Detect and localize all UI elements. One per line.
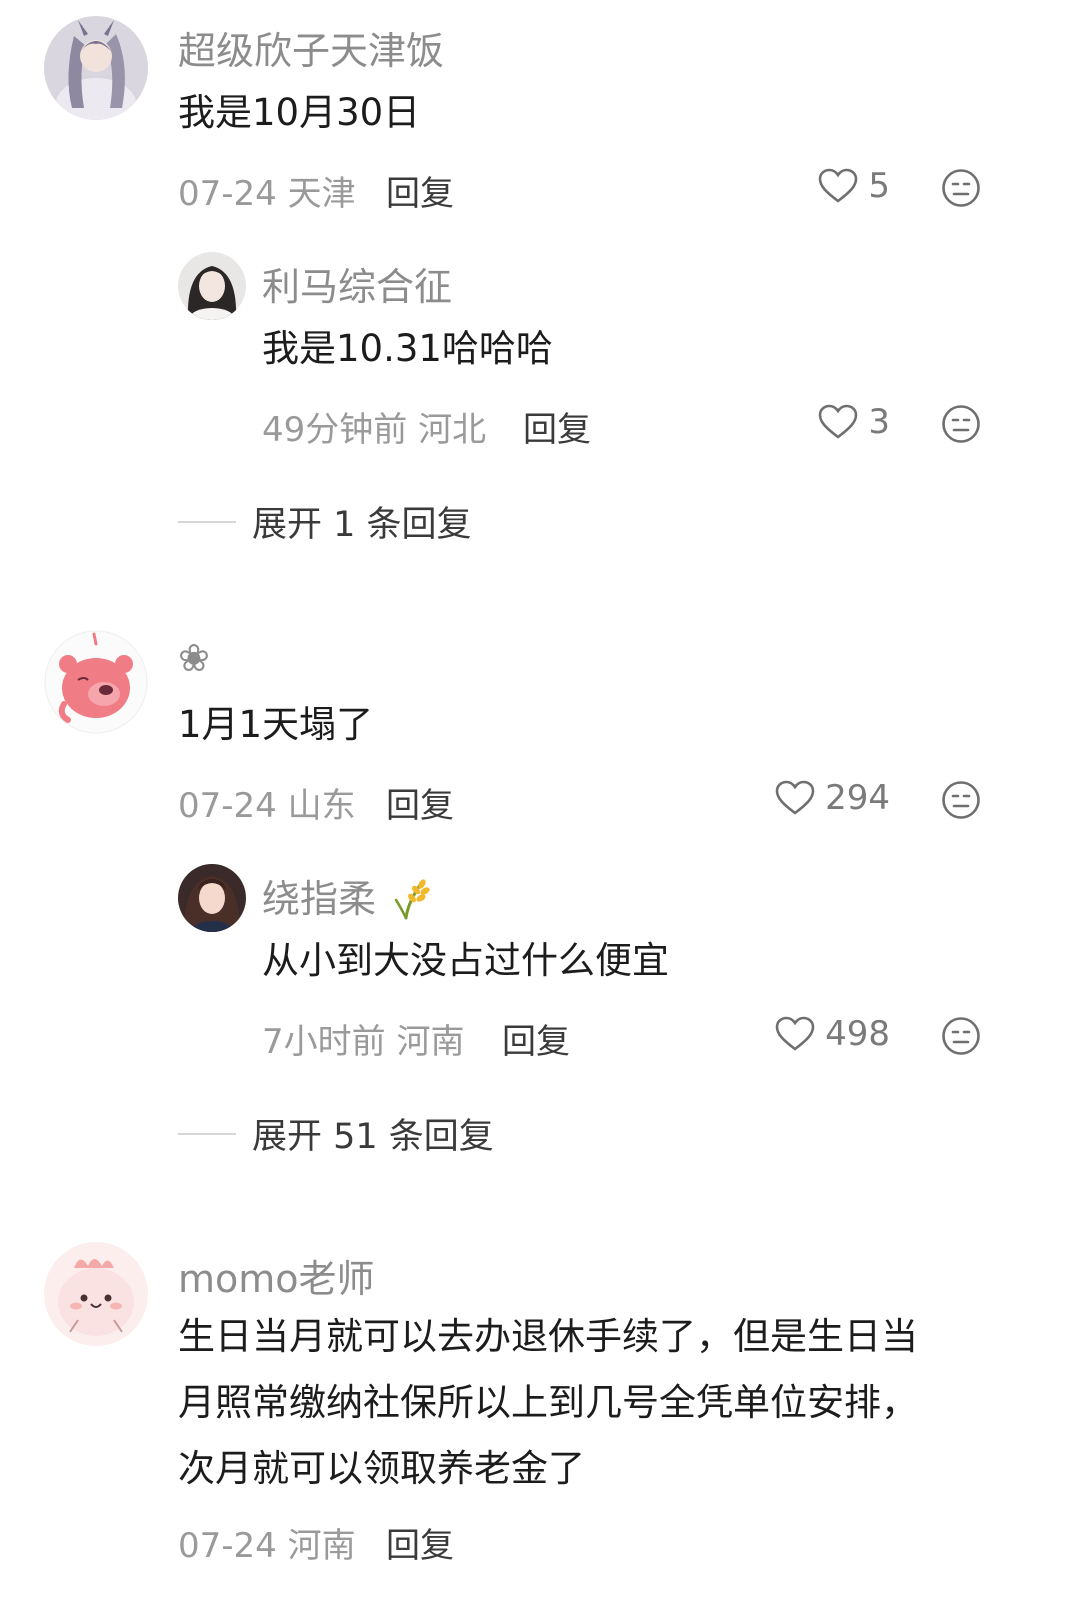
neutral-face-icon[interactable]	[941, 1016, 981, 1056]
avatar[interactable]	[178, 252, 246, 320]
comment-list: 超级欣子天津饭 我是10月30日 07-24 天津 回复 5 利马综合征 我是1…	[0, 0, 1080, 1622]
comment-text: 1月1天塌了	[178, 703, 374, 746]
like-count: 3	[868, 402, 890, 442]
avatar[interactable]	[44, 16, 148, 120]
comment-meta: 07-24 河南	[178, 1526, 356, 1566]
neutral-face-icon[interactable]	[941, 168, 981, 208]
username[interactable]: 利马综合征	[262, 256, 452, 311]
heart-outline-icon	[819, 168, 858, 203]
heart-outline-icon	[775, 780, 815, 815]
reply-text: 我是10.31哈哈哈	[262, 327, 553, 370]
avatar[interactable]	[44, 1242, 148, 1346]
expand-replies-button[interactable]: 展开 51 条回复	[178, 1108, 494, 1159]
heart-outline-icon	[775, 1016, 815, 1051]
reply-text: 从小到大没占过什么便宜	[262, 939, 669, 982]
divider	[178, 1132, 236, 1135]
comment-text-line: 月照常缴纳社保所以上到几号全凭单位安排，	[178, 1381, 918, 1424]
comment-text-line: 生日当月就可以去办退休手续了，但是生日当	[178, 1315, 918, 1358]
avatar[interactable]	[44, 630, 148, 734]
neutral-face-icon[interactable]	[941, 780, 981, 820]
reply-button[interactable]: 回复	[523, 402, 591, 451]
neutral-face-icon[interactable]	[941, 404, 981, 444]
like-button[interactable]: 294	[775, 776, 890, 820]
reply-button[interactable]: 回复	[502, 1014, 570, 1063]
comment-meta: 07-24 天津	[178, 174, 356, 214]
username-text: 绕指柔	[262, 877, 377, 921]
like-count: 498	[825, 1014, 890, 1054]
username[interactable]: 超级欣子天津饭	[178, 20, 444, 75]
expand-replies-label: 展开 51 条回复	[252, 1117, 494, 1157]
reply-meta: 7小时前 河南	[262, 1022, 465, 1062]
like-button[interactable]: 5	[818, 164, 890, 208]
like-button[interactable]: 498	[775, 1012, 890, 1056]
reply-meta: 49分钟前 河北	[262, 410, 487, 450]
avatar[interactable]	[178, 864, 246, 932]
comment-text: 我是10月30日	[178, 91, 421, 134]
reply-button[interactable]: 回复	[386, 1518, 454, 1567]
heart-outline-icon	[819, 404, 858, 439]
username[interactable]: ❀	[178, 636, 210, 680]
comment-text-line: 次月就可以领取养老金了	[178, 1447, 585, 1490]
expand-replies-button[interactable]: 展开 1 条回复	[178, 496, 472, 547]
like-count: 5	[868, 166, 890, 206]
like-count: 294	[825, 778, 890, 818]
like-button[interactable]: 3	[818, 400, 890, 444]
divider	[178, 520, 236, 523]
reply-button[interactable]: 回复	[386, 778, 454, 827]
reply-button[interactable]: 回复	[386, 166, 454, 215]
username[interactable]: momo老师	[178, 1248, 375, 1303]
comment-meta: 07-24 山东	[178, 786, 356, 826]
rice-icon	[394, 879, 430, 920]
expand-replies-label: 展开 1 条回复	[252, 505, 472, 545]
username[interactable]: 绕指柔	[262, 868, 436, 923]
